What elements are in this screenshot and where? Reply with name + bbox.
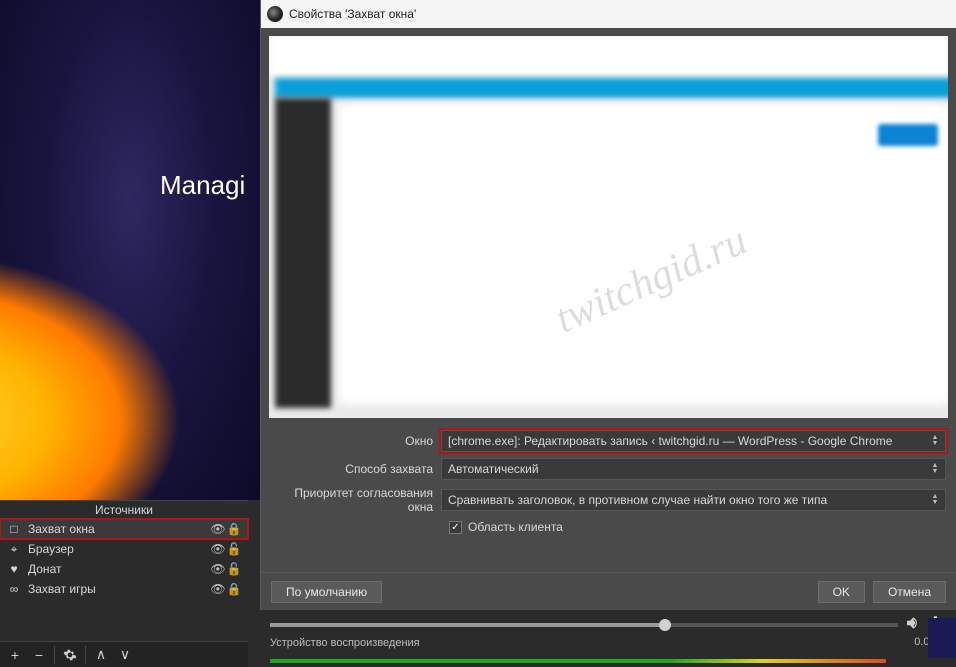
priority-select[interactable]: Сравнивать заголовок, в противном случае… [441,489,946,511]
cancel-button[interactable]: Отмена [873,581,946,603]
properties-form: Окно [chrome.exe]: Редактировать запись … [261,422,956,544]
volume-slider[interactable] [270,623,898,627]
eye-icon[interactable]: 👁 [210,522,226,536]
dialog-button-bar: По умолчанию OK Отмена [261,572,956,610]
lock-icon[interactable]: 🔓 [226,542,242,556]
capture-method-value: Автоматический [448,462,539,476]
audio-mixer: Устройство воспроизведения 0.0 dB [260,610,956,667]
main-preview-background: Managi [0,0,260,500]
capture-preview: twitchgid.ru [269,36,948,418]
defaults-button[interactable]: По умолчанию [271,581,382,603]
source-settings-button[interactable] [59,645,81,665]
priority-value: Сравнивать заголовок, в противном случае… [448,493,827,507]
client-area-checkbox[interactable]: ✓ [449,521,462,534]
audio-meter [270,657,886,665]
sources-header: Источники [0,501,248,519]
lock-icon[interactable]: 🔒 [226,522,242,536]
sources-toolbar: + − ∧ ∨ [0,641,248,667]
window-select-value: [chrome.exe]: Редактировать запись ‹ twi… [448,434,892,448]
source-label: Браузер [28,542,210,556]
window-label: Окно [271,434,441,448]
updown-icon: ▲▼ [929,463,941,475]
source-label: Захват окна [28,522,210,536]
eye-icon[interactable]: 👁 [210,562,226,576]
lock-icon[interactable]: 🔓 [226,562,242,576]
add-source-button[interactable]: + [4,645,26,665]
updown-icon: ▲▼ [929,494,941,506]
ok-button[interactable]: OK [818,581,865,603]
source-item-browser[interactable]: ⌖ Браузер 👁 🔓 [0,539,248,559]
divider [85,646,86,664]
window-icon: □ [6,522,22,536]
move-up-button[interactable]: ∧ [90,645,112,665]
updown-icon: ▲▼ [929,435,941,447]
slider-knob[interactable] [659,619,671,631]
move-down-button[interactable]: ∨ [114,645,136,665]
source-label: Захват игры [28,582,210,596]
preview-text: Managi [160,170,245,201]
sources-panel: Источники □ Захват окна 👁 🔒 ⌖ Браузер 👁 … [0,500,248,667]
obs-icon [267,6,283,22]
source-label: Донат [28,562,210,576]
lock-icon[interactable]: 🔒 [226,582,242,596]
divider [54,646,55,664]
gamepad-icon: ∞ [6,582,22,596]
source-item-donate[interactable]: ♥ Донат 👁 🔓 [0,559,248,579]
properties-dialog: Свойства 'Захват окна' twitchgid.ru Окно… [260,0,956,610]
eye-icon[interactable]: 👁 [210,582,226,596]
source-item-window-capture[interactable]: □ Захват окна 👁 🔒 [0,519,248,539]
remove-source-button[interactable]: − [28,645,50,665]
capture-method-select[interactable]: Автоматический ▲▼ [441,458,946,480]
capture-method-label: Способ захвата [271,462,441,476]
window-select[interactable]: [chrome.exe]: Редактировать запись ‹ twi… [441,430,946,452]
heart-icon: ♥ [6,562,22,576]
globe-icon: ⌖ [6,542,22,557]
priority-label: Приоритет согласования окна [271,486,441,514]
client-area-label: Область клиента [468,520,563,534]
eye-icon[interactable]: 👁 [210,542,226,556]
source-item-game-capture[interactable]: ∞ Захват игры 👁 🔒 [0,579,248,599]
speaker-icon[interactable] [904,614,922,635]
device-label: Устройство воспроизведения [260,637,956,649]
dialog-titlebar[interactable]: Свойства 'Захват окна' [261,0,956,28]
timeline-clip [928,618,956,658]
dialog-title: Свойства 'Захват окна' [289,7,416,21]
